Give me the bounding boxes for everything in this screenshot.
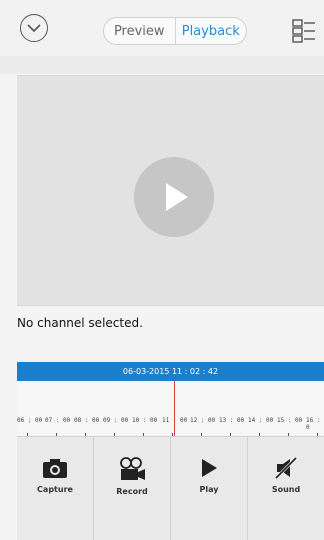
play-icon [202, 459, 217, 477]
hour-label: 16 : 0 [306, 417, 321, 431]
hour-label: 12 : 00 [190, 417, 216, 424]
hour-label: 07 : 00 [45, 417, 71, 424]
current-time: 06-03-2015 11 : 02 : 42 [122, 367, 219, 376]
channel-list-icon [292, 19, 315, 43]
header-divider-band [0, 56, 324, 74]
channel-list-button[interactable] [292, 18, 316, 44]
capture-button[interactable]: Capture [17, 437, 94, 540]
play-label: Play [199, 485, 219, 494]
hour-label: 14 : 00 [248, 417, 274, 424]
chevron-down-icon [27, 24, 41, 33]
hour-label: 06 : 00 [17, 417, 43, 424]
sound-button[interactable]: Sound [248, 437, 324, 540]
tab-playback[interactable]: Playback [176, 18, 247, 44]
tab-preview[interactable]: Preview [104, 18, 176, 44]
hour-label: 09 : 00 [103, 417, 129, 424]
hour-label: 13 : 00 [219, 417, 245, 424]
play-button[interactable]: Play [171, 437, 248, 540]
video-viewport[interactable] [17, 75, 324, 306]
timeline-header: 06-03-2015 11 : 02 : 42 [17, 362, 324, 381]
mode-switch: Preview Playback [103, 17, 247, 45]
hour-label: 15 : 00 [277, 417, 303, 424]
hour-label: 08 : 00 [74, 417, 100, 424]
status-text: No channel selected. [17, 316, 143, 330]
bottom-toolbar: Capture Record Play Sound [17, 436, 324, 540]
play-overlay-button[interactable] [134, 157, 214, 237]
capture-label: Capture [37, 485, 73, 494]
camera-icon [43, 459, 67, 478]
sound-label: Sound [271, 485, 301, 494]
sound-off-icon [274, 457, 298, 479]
play-icon [166, 183, 188, 211]
record-icon [120, 457, 145, 480]
hour-label: 10 : 00 [132, 417, 158, 424]
back-button[interactable] [20, 14, 48, 42]
record-button[interactable]: Record [94, 437, 171, 540]
top-bar: Preview Playback [0, 0, 324, 56]
record-label: Record [116, 487, 148, 496]
